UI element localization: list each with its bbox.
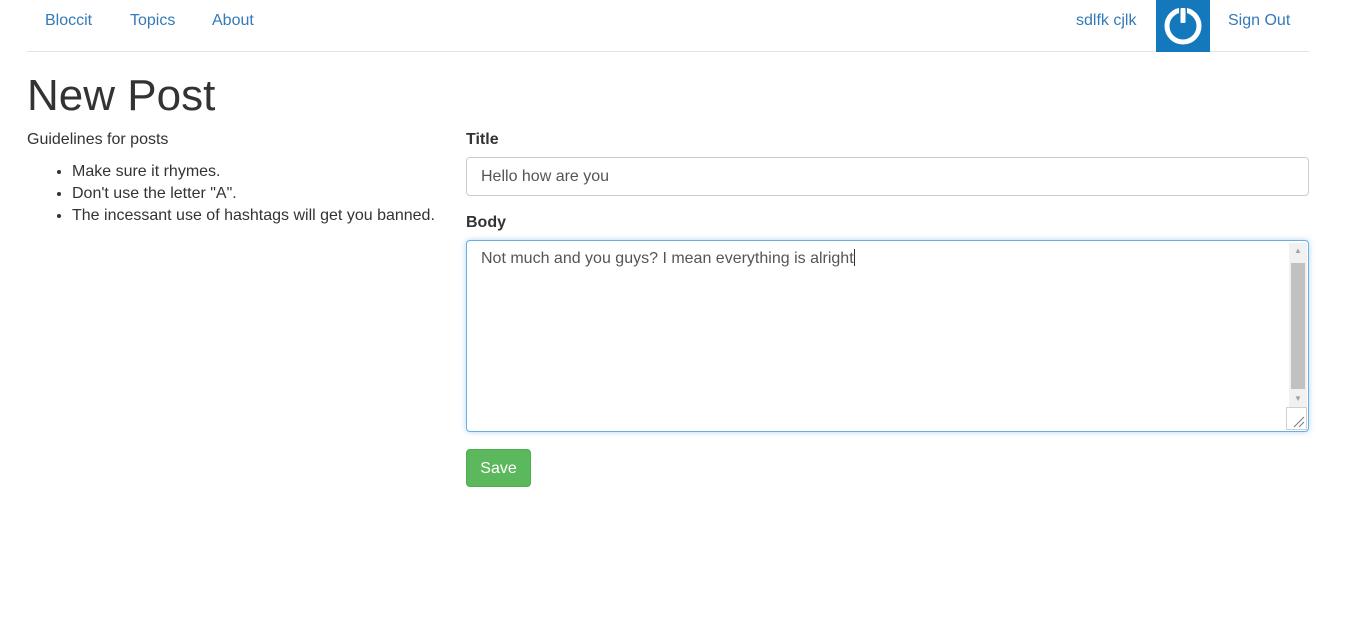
power-icon (1164, 6, 1202, 45)
text-caret (853, 249, 855, 266)
guideline-item: The incessant use of hashtags will get y… (72, 205, 457, 227)
scroll-down-arrow-icon[interactable]: ▼ (1289, 391, 1307, 407)
page-container: Bloccit Topics About sdlfk cjlk Sign Out… (27, 0, 1309, 628)
body-scrollbar[interactable]: ▲ ▼ (1289, 243, 1307, 407)
guidelines-list: Make sure it rhymes. Don't use the lette… (27, 161, 457, 227)
nav-about-link[interactable]: About (212, 0, 254, 41)
guideline-item: Don't use the letter "A". (72, 183, 457, 205)
new-post-form: Title Body Not much and you guys? I mean… (466, 128, 1309, 487)
resize-handle-icon[interactable] (1286, 407, 1307, 430)
body-label: Body (466, 214, 506, 231)
page-title: New Post (27, 71, 216, 120)
guidelines-heading: Guidelines for posts (27, 131, 169, 148)
guideline-item: Make sure it rhymes. (72, 161, 457, 183)
nav-user-link[interactable]: sdlfk cjlk (1076, 0, 1136, 41)
sign-out-link[interactable]: Sign Out (1228, 0, 1290, 41)
save-button[interactable]: Save (466, 449, 531, 487)
nav-topics-link[interactable]: Topics (130, 0, 175, 41)
title-input[interactable] (466, 157, 1309, 196)
title-label: Title (466, 131, 499, 148)
scroll-thumb[interactable] (1291, 263, 1305, 389)
scroll-up-arrow-icon[interactable]: ▲ (1289, 243, 1307, 259)
guidelines-panel: Guidelines for posts Make sure it rhymes… (27, 130, 457, 227)
body-text-wrapper: Not much and you guys? I mean everything… (481, 249, 855, 269)
top-navbar: Bloccit Topics About sdlfk cjlk Sign Out (27, 0, 1309, 52)
avatar[interactable] (1156, 0, 1210, 52)
body-textarea[interactable]: Not much and you guys? I mean everything… (466, 240, 1309, 432)
nav-brand-link[interactable]: Bloccit (45, 0, 92, 41)
body-text: Not much and you guys? I mean everything… (481, 250, 854, 267)
